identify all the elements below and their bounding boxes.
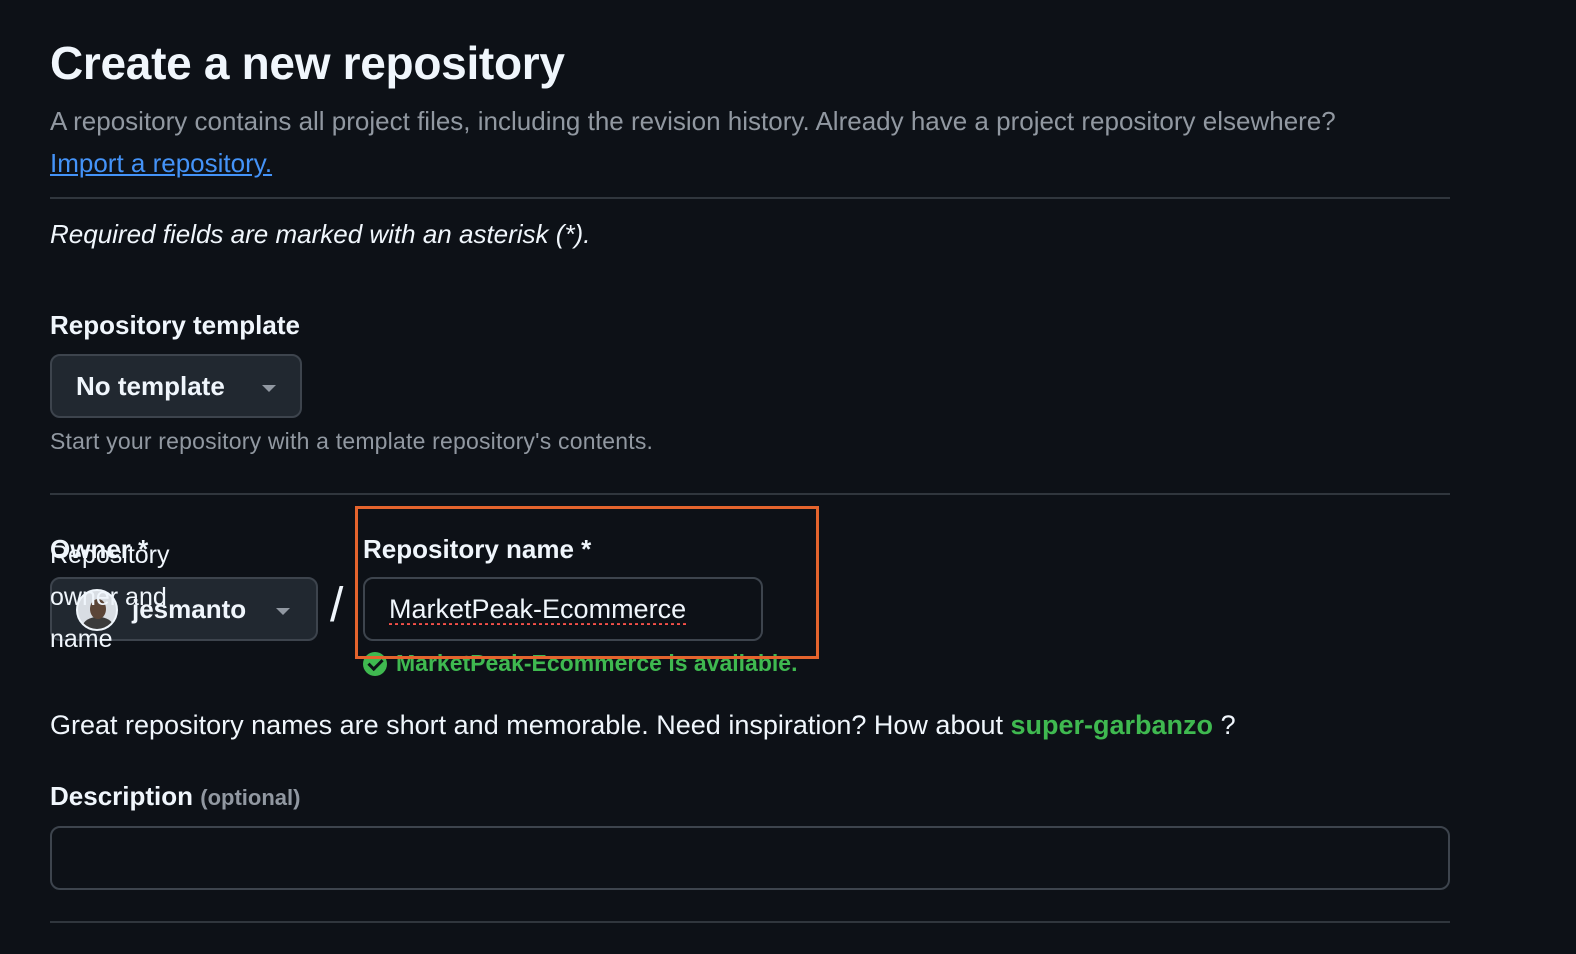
optional-tag: (optional)	[200, 785, 301, 810]
owner-and-name-overlay-label: Repository owner and name	[50, 541, 170, 653]
divider	[50, 493, 1450, 495]
template-help-text: Start your repository with a template re…	[50, 428, 654, 454]
suggested-name-button[interactable]: super-garbanzo	[1011, 710, 1214, 740]
description-input[interactable]	[50, 826, 1450, 890]
suggestion-suffix: ?	[1220, 710, 1236, 740]
availability-text: MarketPeak-Ecommerce is available.	[396, 650, 798, 676]
availability-message: MarketPeak-Ecommerce is available.	[363, 650, 797, 677]
chevron-down-icon	[262, 385, 276, 392]
intro-text: A repository contains all project files,…	[50, 100, 1380, 184]
repository-template-label: Repository template	[50, 310, 300, 340]
suggestion-prefix: Great repository names are short and mem…	[50, 710, 1003, 740]
import-repository-link[interactable]: Import a repository.	[50, 148, 272, 178]
description-label: Description (optional)	[50, 781, 300, 812]
divider	[50, 197, 1450, 199]
name-suggestion: Great repository names are short and mem…	[50, 710, 1236, 741]
page-title: Create a new repository	[50, 37, 565, 89]
divider	[50, 921, 1450, 923]
chevron-down-icon	[276, 608, 290, 615]
intro-description: A repository contains all project files,…	[50, 106, 1336, 136]
template-selected-value: No template	[76, 370, 225, 401]
repository-name-input[interactable]	[363, 577, 763, 641]
description-label-text: Description	[50, 781, 194, 811]
required-fields-note: Required fields are marked with an aster…	[50, 219, 591, 249]
owner-name-separator: /	[330, 579, 344, 632]
check-circle-icon	[363, 651, 387, 676]
repository-template-select[interactable]: No template	[50, 354, 302, 418]
repository-name-label: Repository name *	[363, 534, 592, 564]
